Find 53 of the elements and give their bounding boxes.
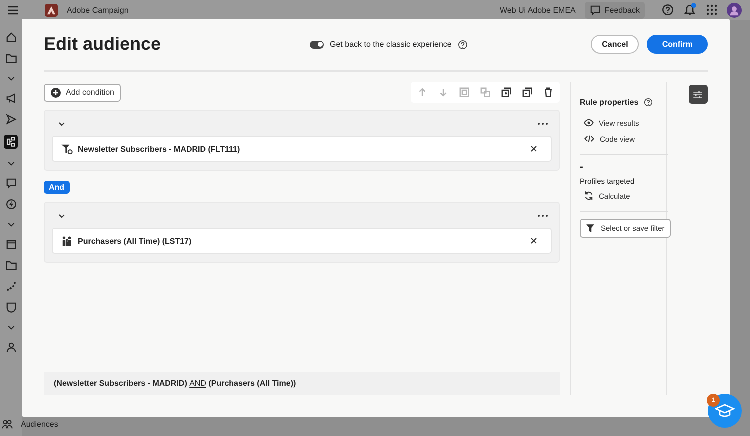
close-icon[interactable]: [531, 146, 537, 152]
sidebar-item[interactable]: Audiences: [21, 420, 58, 429]
close-icon[interactable]: [531, 238, 537, 244]
profiles-count: -: [580, 162, 584, 173]
toggle-switch[interactable]: [310, 40, 324, 48]
folder-icon[interactable]: [6, 53, 16, 64]
settings-button[interactable]: [688, 85, 708, 104]
product-name: Adobe Campaign: [67, 6, 129, 14]
chat-icon: [590, 4, 601, 16]
dialog-title: Edit audience: [44, 34, 162, 55]
person-icon[interactable]: [6, 342, 16, 353]
toggle-label: Get back to the classic experience: [330, 40, 452, 49]
sliders-icon: [693, 90, 703, 100]
chevron-icon[interactable]: [58, 212, 66, 220]
organization-switcher[interactable]: Web Ui Adobe EMEA: [500, 6, 576, 14]
apps-grid-icon[interactable]: [706, 4, 718, 16]
home-icon[interactable]: [6, 32, 16, 43]
operator-button[interactable]: And: [44, 181, 70, 194]
help-icon[interactable]: [644, 98, 653, 107]
confirm-button[interactable]: Confirm: [647, 35, 708, 54]
help-icon[interactable]: [662, 4, 674, 16]
condition-name: Newsletter Subscribers - MADRID (FLT111): [78, 144, 242, 154]
send-icon[interactable]: [6, 114, 16, 125]
people-icon: [61, 236, 73, 246]
hierarchy-icon[interactable]: [4, 135, 18, 149]
avatar-icon[interactable]: [727, 2, 742, 18]
folder-icon[interactable]: [6, 260, 16, 271]
code-icon: [584, 134, 595, 144]
delete-icon[interactable]: [543, 87, 554, 98]
logo-icon: [45, 4, 58, 16]
filter-icon: [61, 144, 73, 154]
panel-title: Rule properties: [580, 98, 639, 107]
bell-icon[interactable]: [683, 3, 697, 17]
filter-icon: [586, 224, 595, 233]
bolt-icon[interactable]: [6, 199, 16, 210]
chevron-icon[interactable]: [58, 120, 66, 128]
shield-icon[interactable]: [6, 302, 16, 313]
cancel-button[interactable]: Cancel: [591, 35, 640, 54]
chat-icon[interactable]: [6, 178, 16, 189]
menu-icon[interactable]: [8, 6, 18, 14]
feedback-button[interactable]: Feedback: [584, 2, 645, 18]
condition-name: Purchasers (All Time) (LST17): [78, 236, 193, 246]
plus-icon: [51, 88, 61, 98]
calendar-icon[interactable]: [6, 239, 16, 250]
eye-icon: [584, 118, 594, 128]
chart-icon[interactable]: [6, 281, 16, 292]
graduation-cap-icon: [715, 403, 735, 419]
megaphone-icon[interactable]: [6, 93, 16, 104]
people-icon[interactable]: [2, 419, 13, 430]
add-condition-button[interactable]: Add condition: [44, 84, 122, 102]
help-icon[interactable]: [458, 40, 468, 50]
expression-text: (Newsletter Subscribers - MADRID) AND (Purchasers (All Time)): [54, 379, 296, 388]
refresh-icon: [584, 191, 594, 201]
